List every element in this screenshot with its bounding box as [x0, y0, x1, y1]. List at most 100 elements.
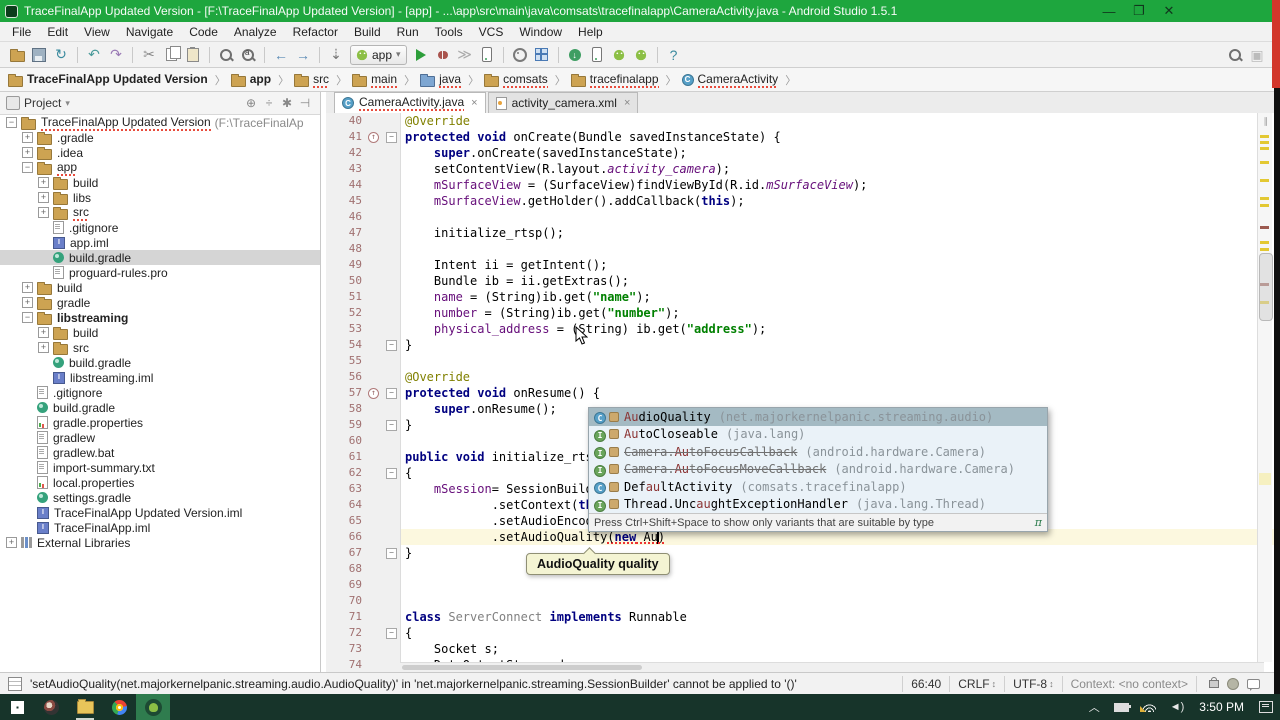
clock[interactable]: 3:50 PM: [1199, 700, 1244, 714]
tree-item-.idea[interactable]: +.idea: [0, 145, 320, 160]
warning-mark[interactable]: [1260, 161, 1269, 164]
device-monitor-icon[interactable]: [587, 45, 607, 65]
horizontal-scrollbar[interactable]: [400, 662, 1264, 672]
close-button[interactable]: ✕: [1154, 0, 1184, 22]
fold-marker-icon[interactable]: −: [386, 548, 397, 559]
caret-position[interactable]: 66:40: [902, 676, 949, 692]
breadcrumb-item-main[interactable]: main: [352, 72, 397, 88]
close-icon[interactable]: ×: [624, 97, 630, 109]
vertical-scrollbar-thumb[interactable]: [1259, 253, 1273, 321]
warning-mark[interactable]: [1260, 204, 1269, 207]
expand-toggle-icon[interactable]: +: [38, 177, 49, 188]
fold-marker-icon[interactable]: −: [386, 468, 397, 479]
fold-marker-icon[interactable]: −: [386, 132, 397, 143]
menu-window[interactable]: Window: [511, 25, 570, 39]
wifi-icon[interactable]: [1143, 702, 1156, 712]
expand-toggle-icon[interactable]: +: [38, 207, 49, 218]
breadcrumb-item-comsats[interactable]: comsats: [484, 72, 548, 88]
tree-item-app[interactable]: −app: [0, 160, 320, 175]
android-studio-icon[interactable]: [136, 694, 170, 720]
android-sdk-icon[interactable]: [631, 45, 651, 65]
tree-item-tracefinalapp-updated-version[interactable]: −TraceFinalApp Updated Version(F:\TraceF…: [0, 115, 320, 130]
copy-icon[interactable]: [161, 45, 181, 65]
tree-item-.gitignore[interactable]: .gitignore: [0, 385, 320, 400]
code-editor[interactable]: 40@Override41↑−protected void onCreate(B…: [326, 113, 1280, 672]
run-icon[interactable]: [411, 45, 431, 65]
code-text[interactable]: physical_address = (String) ib.get("addr…: [401, 321, 1280, 337]
caret-mark[interactable]: [1259, 473, 1271, 485]
breadcrumb-item-tracefinalapp-updated-version[interactable]: TraceFinalApp Updated Version: [8, 72, 208, 87]
avatar[interactable]: ▣: [1247, 45, 1267, 65]
code-text[interactable]: [401, 209, 1280, 225]
warning-mark[interactable]: [1260, 179, 1269, 182]
expand-toggle-icon[interactable]: +: [38, 192, 49, 203]
code-text[interactable]: Bundle ib = ii.getExtras();: [401, 273, 1280, 289]
tree-item-libs[interactable]: +libs: [0, 190, 320, 205]
breadcrumb-item-tracefinalapp[interactable]: tracefinalapp: [571, 72, 659, 88]
override-method-icon[interactable]: ↑: [368, 132, 379, 143]
expand-toggle-icon[interactable]: +: [38, 342, 49, 353]
code-line-49[interactable]: 49 Intent ii = getIntent();: [326, 257, 1280, 273]
tree-item-tracefinalapp-updated-version.iml[interactable]: ITraceFinalApp Updated Version.iml: [0, 505, 320, 520]
code-line-71[interactable]: 71class ServerConnect implements Runnabl…: [326, 609, 1280, 625]
tree-item-build.gradle[interactable]: build.gradle: [0, 250, 320, 265]
tree-item-build[interactable]: +build: [0, 175, 320, 190]
context-indicator[interactable]: Context: <no context>: [1062, 676, 1196, 692]
completion-item-defaultactivity[interactable]: CDefaultActivity(comsats.tracefinalapp): [589, 478, 1047, 496]
hide-panel-icon[interactable]: ⊣: [296, 94, 314, 112]
warning-mark[interactable]: [1260, 141, 1269, 144]
lock-icon[interactable]: [1209, 680, 1219, 688]
start-button[interactable]: [0, 694, 34, 720]
close-icon[interactable]: ×: [471, 97, 477, 109]
find-icon[interactable]: [216, 45, 236, 65]
action-center-icon[interactable]: [1259, 701, 1273, 713]
code-line-55[interactable]: 55: [326, 353, 1280, 369]
synchronize-icon[interactable]: ↻: [51, 45, 71, 65]
gradle-sync-icon[interactable]: [510, 45, 530, 65]
completion-item-thread-uncaughtexceptionhandler[interactable]: IThread.UncaughtExceptionHandler(java.la…: [589, 496, 1047, 514]
locate-icon[interactable]: ⊕: [242, 94, 260, 112]
code-text[interactable]: setContentView(R.layout.activity_camera)…: [401, 161, 1280, 177]
tree-item-src[interactable]: +src: [0, 205, 320, 220]
menu-file[interactable]: File: [4, 25, 39, 39]
code-line-45[interactable]: 45 mSurfaceView.getHolder().addCallback(…: [326, 193, 1280, 209]
tab-activity-camera-xml[interactable]: activity_camera.xml×: [488, 92, 639, 113]
fold-marker-icon[interactable]: −: [386, 628, 397, 639]
code-line-73[interactable]: 73 Socket s;: [326, 641, 1280, 657]
code-line-54[interactable]: 54−}: [326, 337, 1280, 353]
code-line-53[interactable]: 53 physical_address = (String) ib.get("a…: [326, 321, 1280, 337]
warning-mark[interactable]: [1260, 135, 1269, 138]
menu-code[interactable]: Code: [181, 25, 226, 39]
restore-button[interactable]: ❐: [1124, 0, 1154, 22]
coverage-icon[interactable]: ≫: [455, 45, 475, 65]
collapse-all-icon[interactable]: ÷: [260, 94, 278, 112]
collapse-toggle-icon[interactable]: −: [22, 162, 33, 173]
cut-icon[interactable]: ✂: [139, 45, 159, 65]
menu-refactor[interactable]: Refactor: [285, 25, 346, 39]
tree-item-build.gradle[interactable]: build.gradle: [0, 355, 320, 370]
fold-marker-icon[interactable]: −: [386, 420, 397, 431]
avd-manager-icon[interactable]: [609, 45, 629, 65]
tree-item-gradle.properties[interactable]: gradle.properties: [0, 415, 320, 430]
expand-toggle-icon[interactable]: +: [22, 297, 33, 308]
warning-mark[interactable]: [1260, 197, 1269, 200]
tree-item-build[interactable]: +build: [0, 325, 320, 340]
menu-run[interactable]: Run: [389, 25, 427, 39]
open-project-icon[interactable]: [7, 45, 27, 65]
encoding-select[interactable]: UTF-8↕: [1004, 676, 1062, 692]
code-line-67[interactable]: 67−}: [326, 545, 1280, 561]
expand-toggle-icon[interactable]: +: [22, 147, 33, 158]
menu-tools[interactable]: Tools: [427, 25, 471, 39]
undo-icon[interactable]: ↶: [84, 45, 104, 65]
settings-gear-icon[interactable]: ✱: [278, 94, 296, 112]
completion-item-camera-autofocusmovecallback[interactable]: ICamera.AutoFocusMoveCallback(android.ha…: [589, 461, 1047, 479]
menu-analyze[interactable]: Analyze: [226, 25, 285, 39]
code-line-57[interactable]: 57↑−protected void onResume() {: [326, 385, 1280, 401]
code-line-52[interactable]: 52 number = (String)ib.get("number");: [326, 305, 1280, 321]
tree-item-libstreaming.iml[interactable]: Ilibstreaming.iml: [0, 370, 320, 385]
inspector-profile-icon[interactable]: [1227, 678, 1239, 690]
breadcrumb-item-java[interactable]: java: [420, 72, 461, 88]
menu-navigate[interactable]: Navigate: [118, 25, 181, 39]
breadcrumb-item-cameraactivity[interactable]: CCameraActivity: [682, 72, 779, 88]
tree-item-libstreaming[interactable]: −libstreaming: [0, 310, 320, 325]
